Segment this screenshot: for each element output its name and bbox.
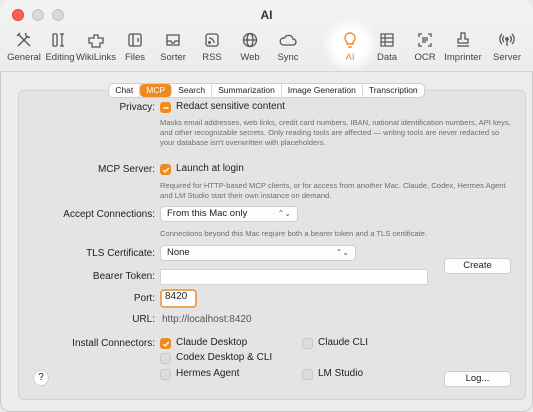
url-value: http://localhost:8420: [162, 314, 252, 325]
toolbar-label-imprinter: Imprinter: [444, 52, 482, 63]
tab-chat[interactable]: Chat: [109, 84, 141, 97]
accept-connections-value: From this Mac only: [167, 208, 248, 219]
accept-connections-popup[interactable]: From this Mac only ⌃⌄: [160, 206, 298, 222]
tab-search[interactable]: Search: [172, 84, 213, 97]
server-icon: [485, 30, 529, 50]
tab-transcription[interactable]: Transcription: [363, 84, 424, 97]
cloud-icon: [266, 30, 310, 50]
settings-window: AI General Editing WikiLinks Files Sorte…: [0, 0, 533, 412]
toolbar-item-wikilinks[interactable]: WikiLinks: [74, 30, 118, 63]
toolbar-label-wikilinks: WikiLinks: [75, 52, 117, 63]
launch-at-login-label: Launch at login: [176, 163, 244, 174]
port-field[interactable]: 8420: [160, 289, 197, 308]
mcp-server-description: Required for HTTP-based MCP clients, or …: [160, 181, 506, 200]
claude-cli-checkbox[interactable]: [302, 338, 313, 349]
tab-bar-container: Chat MCP Search Summarization Image Gene…: [0, 83, 533, 98]
tab-mcp[interactable]: MCP: [140, 84, 173, 97]
mcp-server-label: MCP Server:: [97, 164, 155, 175]
redact-option-label: Redact sensitive content: [176, 101, 285, 112]
redact-checkbox[interactable]: [160, 102, 171, 113]
privacy-label: Privacy:: [119, 102, 155, 113]
toolbar: AI General Editing WikiLinks Files Sorte…: [0, 0, 533, 72]
toolbar-item-sync[interactable]: Sync: [266, 30, 310, 63]
toolbar-label-server: Server: [493, 52, 521, 63]
accept-connections-label: Accept Connections:: [63, 209, 155, 220]
help-button[interactable]: ?: [33, 370, 49, 386]
toolbar-label-sorter: Sorter: [160, 52, 186, 63]
log-button[interactable]: Log...: [444, 371, 511, 387]
bearer-token-label: Bearer Token:: [92, 271, 155, 282]
port-label: Port:: [133, 293, 155, 304]
wikilinks-icon: [74, 30, 118, 50]
toolbar-item-imprinter[interactable]: Imprinter: [441, 30, 485, 63]
checkmark-icon: [162, 341, 169, 347]
updown-arrows-icon: ⌃⌄: [335, 248, 349, 257]
install-connectors-label: Install Connectors:: [72, 338, 155, 349]
launch-at-login-checkbox[interactable]: [160, 164, 171, 175]
tls-certificate-label: TLS Certificate:: [86, 248, 155, 259]
hermes-agent-checkbox[interactable]: [160, 369, 171, 380]
imprinter-icon: [441, 30, 485, 50]
minus-icon: [163, 106, 168, 109]
lm-studio-label: LM Studio: [318, 368, 364, 379]
claude-desktop-label: Claude Desktop: [176, 337, 248, 348]
url-label: URL:: [132, 314, 155, 325]
create-certificate-button[interactable]: Create: [444, 258, 511, 274]
claude-cli-label: Claude CLI: [318, 337, 369, 348]
privacy-description: Masks email addresses, web links, credit…: [160, 118, 511, 147]
checkmark-icon: [162, 167, 169, 173]
codex-checkbox[interactable]: [160, 353, 171, 364]
hermes-agent-label: Hermes Agent: [176, 368, 240, 379]
accept-connections-description: Connections beyond this Mac require both…: [160, 229, 428, 238]
claude-desktop-checkbox[interactable]: [160, 338, 171, 349]
tls-certificate-popup[interactable]: None ⌃⌄: [160, 245, 356, 261]
toolbar-label-sync: Sync: [277, 52, 299, 63]
tab-summarization[interactable]: Summarization: [212, 84, 282, 97]
updown-arrows-icon: ⌃⌄: [277, 209, 291, 218]
sorter-icon: [151, 30, 195, 50]
toolbar-item-server[interactable]: Server: [485, 30, 529, 63]
tab-image-generation[interactable]: Image Generation: [282, 84, 363, 97]
tab-bar: Chat MCP Search Summarization Image Gene…: [108, 83, 425, 98]
window-title: AI: [260, 8, 273, 22]
lm-studio-checkbox[interactable]: [302, 369, 313, 380]
tls-certificate-value: None: [167, 247, 190, 258]
toolbar-item-sorter[interactable]: Sorter: [151, 30, 195, 63]
bearer-token-field[interactable]: [160, 269, 428, 285]
codex-label: Codex Desktop & CLI: [176, 352, 273, 363]
